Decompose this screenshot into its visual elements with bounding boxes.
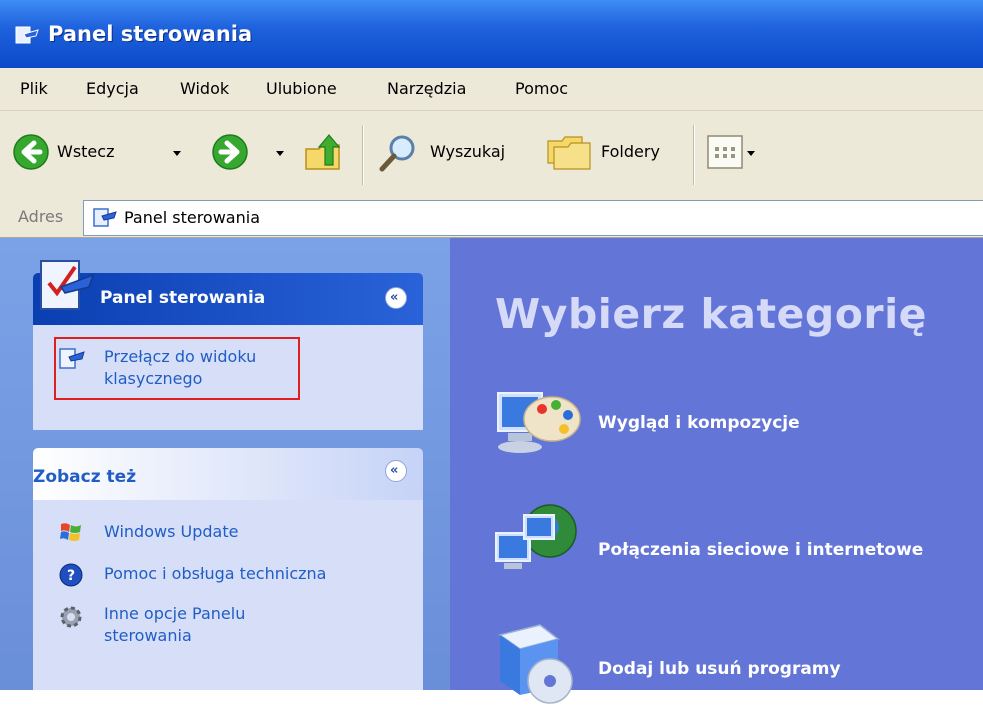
help-icon: ?: [59, 563, 83, 587]
folders-label: Foldery: [601, 142, 660, 161]
up-folder-icon[interactable]: [303, 133, 345, 173]
views-icon: [707, 135, 743, 169]
back-arrow-icon: [13, 134, 49, 170]
category-label: Dodaj lub usuń programy: [598, 659, 841, 679]
control-panel-icon: [15, 26, 39, 44]
add-remove-programs-icon: [498, 624, 573, 704]
category-label: Wygląd i kompozycje: [598, 413, 800, 433]
see-also-item[interactable]: ? Pomoc i obsługa techniczna: [58, 560, 378, 590]
svg-text:?: ?: [67, 568, 75, 584]
collapse-button[interactable]: «: [385, 460, 407, 482]
windows-update-icon: [60, 523, 81, 541]
network-icon: [495, 504, 577, 569]
control-panel-task-header[interactable]: Panel sterowania «: [33, 260, 423, 325]
see-also-label: Pomoc i obsługa techniczna: [104, 564, 327, 583]
see-also-label: Windows Update: [104, 522, 239, 541]
chevron-up-icon: «: [390, 290, 399, 305]
classic-view-icon: [59, 348, 85, 369]
views-button[interactable]: [705, 133, 765, 173]
panel-title: Panel sterowania: [100, 288, 266, 308]
forward-arrow-icon: [212, 134, 248, 170]
forward-dropdown-icon[interactable]: [276, 151, 284, 156]
forward-button[interactable]: [205, 127, 255, 177]
toolbar-separator: [693, 125, 695, 185]
back-button[interactable]: Wstecz: [8, 127, 158, 177]
window-title: Panel sterowania: [48, 22, 253, 46]
search-button[interactable]: Wyszukaj: [372, 127, 532, 177]
gear-icon: [60, 606, 82, 628]
page-title: Wybierz kategorię: [495, 290, 927, 338]
see-also-item[interactable]: Windows Update: [58, 518, 298, 548]
control-panel-large-icon: [40, 260, 95, 310]
collapse-button[interactable]: «: [385, 287, 407, 309]
folders-icon: [547, 136, 591, 170]
menu-favorites[interactable]: Ulubione: [266, 79, 337, 98]
link-line: klasycznego: [104, 369, 203, 388]
search-label: Wyszukaj: [430, 142, 506, 161]
folders-button[interactable]: Foldery: [544, 127, 684, 177]
appearance-icon: [497, 392, 581, 453]
menu-tools[interactable]: Narzędzia: [387, 79, 466, 98]
category-label: Połączenia sieciowe i internetowe: [598, 540, 924, 560]
menu-help[interactable]: Pomoc: [515, 79, 568, 98]
see-also-label: sterowania: [104, 626, 192, 645]
see-also-label: Inne opcje Panelu: [104, 604, 246, 623]
address-bar: Adres Panel sterowania: [0, 197, 983, 238]
see-also-item[interactable]: Inne opcje Panelu sterowania: [58, 600, 298, 650]
toolbar: Wstecz Wyszukaj Foldery: [0, 111, 983, 198]
see-also-header[interactable]: Zobacz też «: [33, 448, 423, 500]
search-icon: [379, 135, 415, 172]
control-panel-icon: [93, 208, 117, 227]
toolbar-separator: [362, 125, 364, 185]
address-field[interactable]: Panel sterowania: [83, 200, 983, 236]
chevron-up-icon: «: [390, 463, 399, 478]
back-dropdown-icon[interactable]: [173, 151, 181, 156]
link-line: Przełącz do widoku: [104, 347, 257, 366]
address-label: Adres: [18, 207, 64, 226]
views-dropdown-icon: [747, 151, 755, 156]
menu-edit[interactable]: Edycja: [86, 79, 139, 98]
menu-view[interactable]: Widok: [180, 79, 229, 98]
menu-bar: Plik Edycja Widok Ulubione Narzędzia Pom…: [0, 68, 983, 111]
address-value: Panel sterowania: [124, 208, 260, 227]
title-bar: Panel sterowania: [0, 0, 983, 68]
back-label: Wstecz: [57, 142, 115, 161]
switch-to-classic-view-link[interactable]: Przełącz do widoku klasycznego: [104, 346, 294, 394]
menu-file[interactable]: Plik: [20, 79, 48, 98]
panel-title: Zobacz też: [33, 467, 137, 487]
